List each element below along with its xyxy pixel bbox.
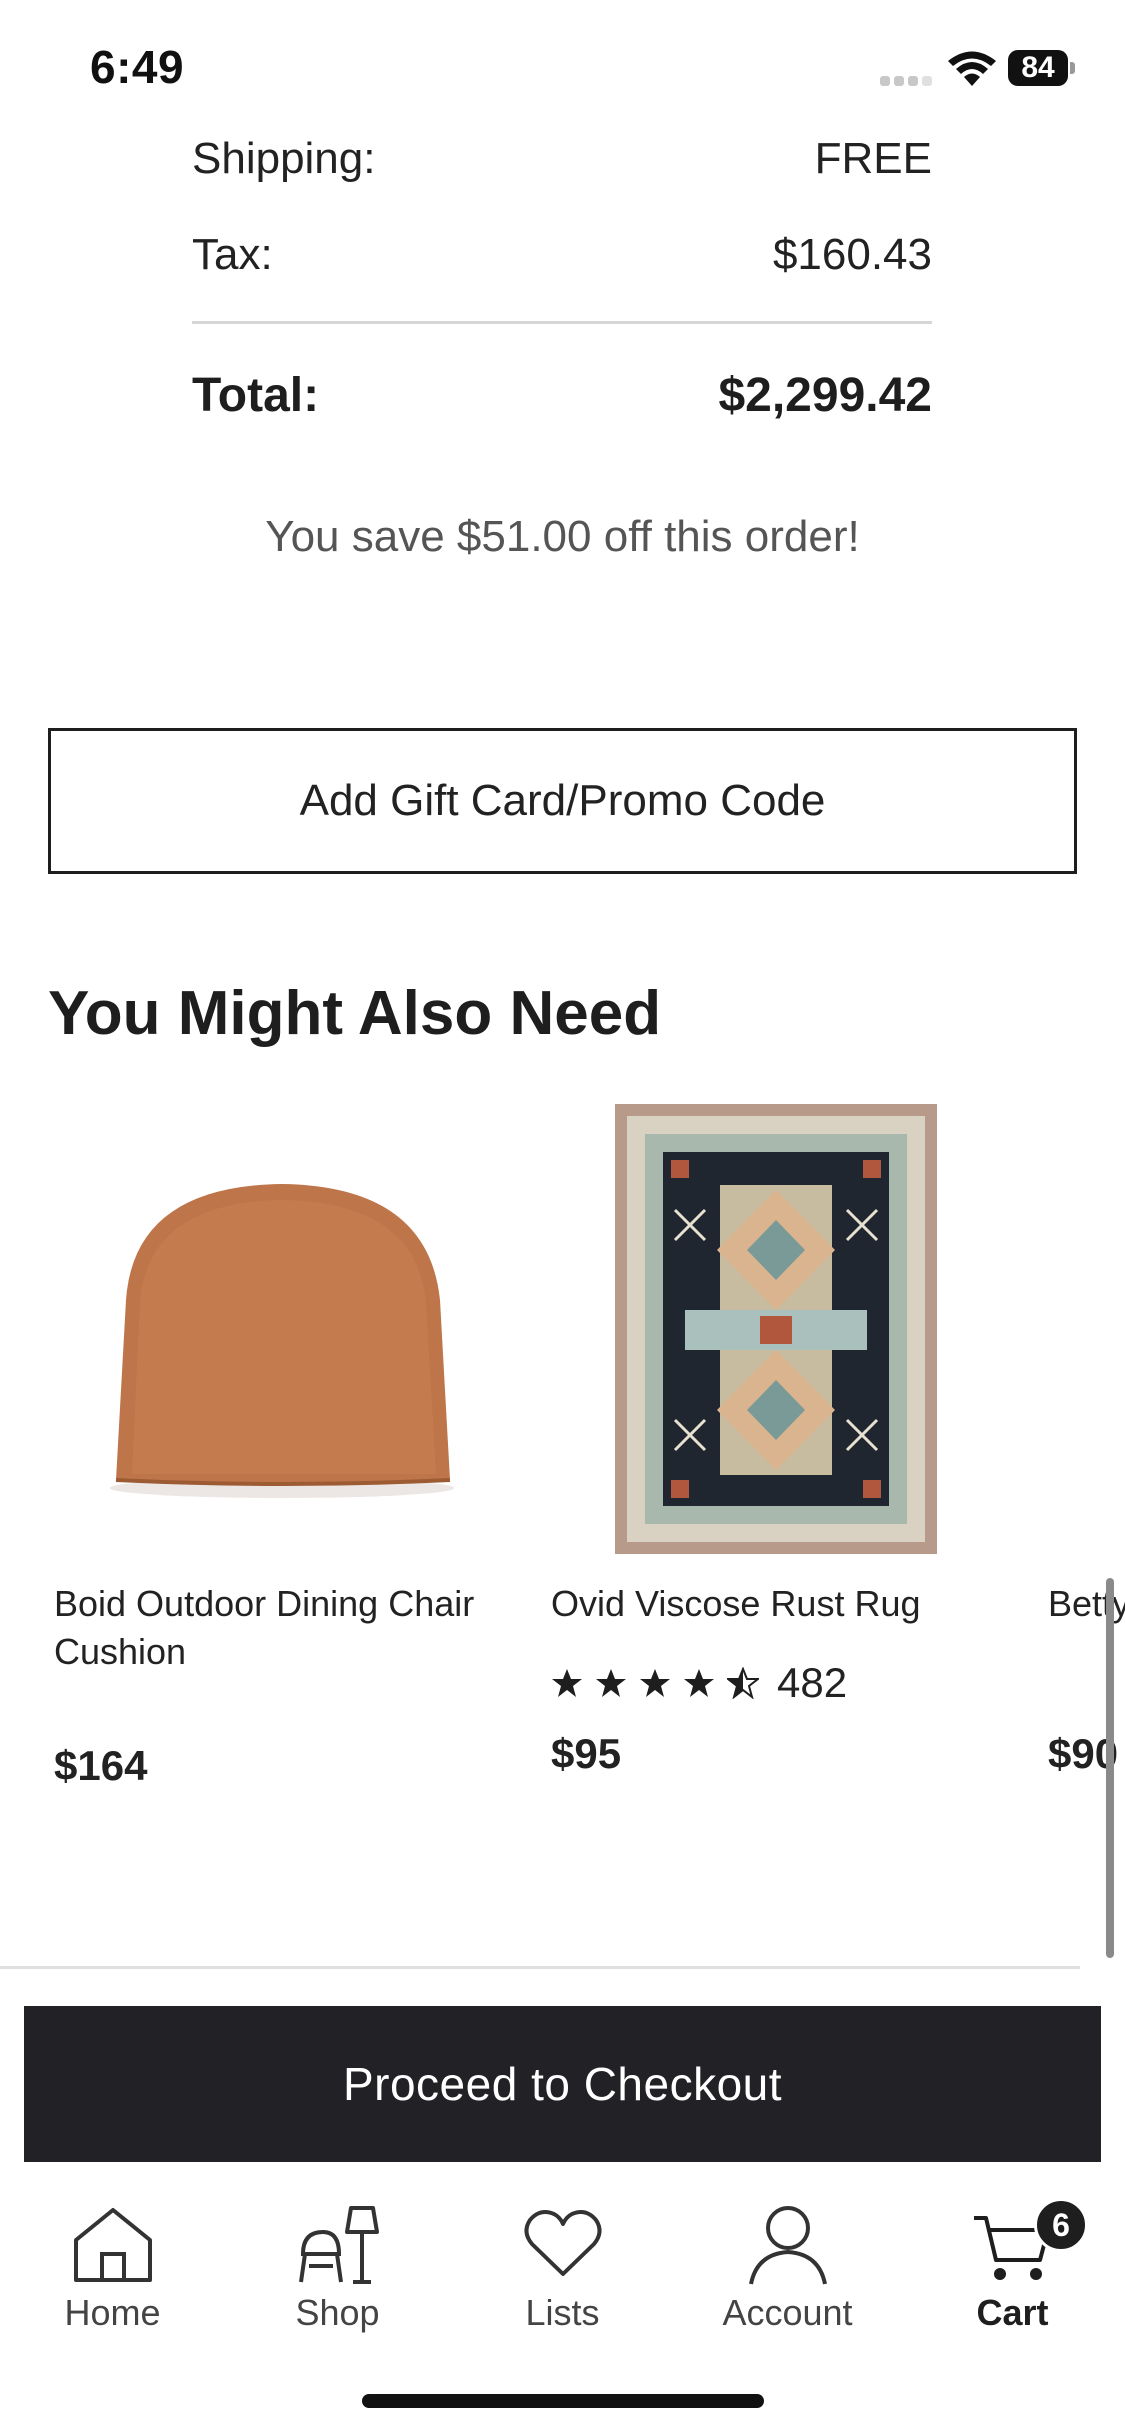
summary-divider <box>192 321 932 324</box>
tab-cart[interactable]: Cart <box>900 2190 1125 2390</box>
total-label: Total: <box>192 369 320 422</box>
tab-label: Lists <box>525 2292 600 2333</box>
tax-value: $160.43 <box>772 230 932 279</box>
star-icon <box>640 1669 670 1697</box>
tab-home[interactable]: Home <box>0 2190 225 2390</box>
tab-lists[interactable]: Lists <box>450 2190 675 2390</box>
tab-label: Shop <box>295 2292 380 2333</box>
product-image-rug[interactable] <box>545 1090 1005 1560</box>
battery-icon: 84 <box>1008 50 1075 86</box>
half-star-icon <box>727 1667 759 1699</box>
status-time: 6:49 <box>90 41 185 93</box>
account-icon <box>748 2206 827 2285</box>
tab-label: Account <box>722 2292 853 2333</box>
wifi-icon <box>948 51 996 86</box>
star-icon <box>596 1669 626 1697</box>
home-icon <box>73 2208 152 2282</box>
scrollbar[interactable] <box>1106 1578 1114 1958</box>
shipping-label: Shipping: <box>192 134 376 183</box>
shop-icon <box>298 2206 379 2284</box>
shipping-value: FREE <box>814 134 932 183</box>
tab-shop[interactable]: Shop <box>225 2190 450 2390</box>
add-gift-card-promo-code-button[interactable]: Add Gift Card/Promo Code <box>48 728 1077 874</box>
star-icon <box>684 1669 714 1697</box>
product-price: $95 <box>551 1730 622 1777</box>
cellular-signal-icon <box>880 74 934 86</box>
proceed-to-checkout-button[interactable]: Proceed to Checkout <box>24 2006 1101 2162</box>
tab-bar: Home Shop Lists Account Cart <box>0 2190 1125 2390</box>
divider <box>0 1966 1080 1969</box>
cart-count-badge: 6 <box>1034 2198 1088 2252</box>
tax-row: Tax: $160.43 <box>192 230 932 286</box>
product-name: Ovid Viscose Rust Rug <box>551 1583 921 1624</box>
heart-icon <box>524 2210 601 2276</box>
battery-level: 84 <box>1008 50 1068 86</box>
product-image-cushion[interactable] <box>48 1090 508 1560</box>
shipping-row: Shipping: FREE <box>192 134 932 190</box>
total-row: Total: $2,299.42 <box>192 368 932 428</box>
status-bar: 6:49 84 <box>0 0 1125 140</box>
tab-label: Home <box>64 2292 161 2333</box>
tab-label: Cart <box>976 2292 1049 2333</box>
star-icon <box>552 1669 582 1697</box>
product-name: Boid Outdoor Dining Chair Cushion <box>54 1583 475 1672</box>
product-price: $164 <box>54 1742 148 1789</box>
rating-count: 482 <box>777 1659 848 1706</box>
total-value: $2,299.42 <box>718 369 932 422</box>
rating-stars <box>551 1667 759 1699</box>
product-rating: 482 <box>551 1658 847 1708</box>
tab-account[interactable]: Account <box>675 2190 900 2390</box>
savings-message: You save $51.00 off this order! <box>265 512 860 561</box>
tax-label: Tax: <box>192 230 273 279</box>
section-title: You Might Also Need <box>48 979 662 1048</box>
home-indicator <box>362 2394 764 2408</box>
